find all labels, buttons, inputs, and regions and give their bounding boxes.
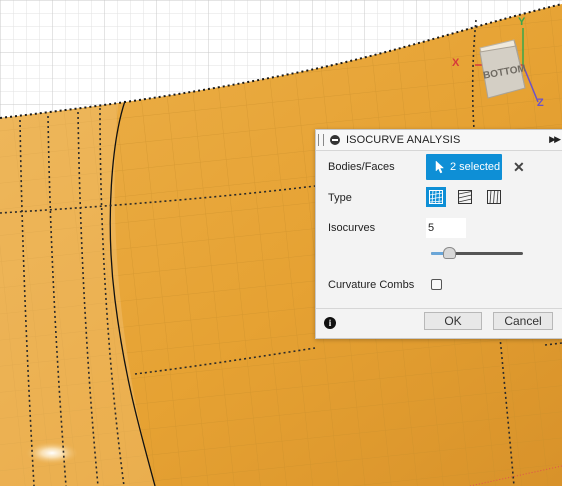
axis-z-label: Z bbox=[537, 97, 544, 109]
dialog-header[interactable]: ISOCURVE ANALYSIS ▶▶ bbox=[316, 130, 562, 151]
grid-v-icon bbox=[487, 190, 501, 204]
viewcube[interactable]: BOTTOM X Y Z bbox=[450, 16, 550, 114]
cancel-button[interactable]: Cancel bbox=[493, 312, 553, 330]
isocurves-row: Isocurves bbox=[316, 218, 562, 238]
type-row: Type bbox=[316, 187, 562, 209]
selection-count: 2 selected bbox=[450, 161, 501, 173]
isocurves-label: Isocurves bbox=[328, 222, 376, 234]
type-u-direction-button[interactable] bbox=[455, 187, 475, 207]
axis-y-label: Y bbox=[518, 16, 526, 28]
type-both-directions-button[interactable] bbox=[426, 187, 446, 207]
slider-thumb[interactable] bbox=[443, 247, 457, 259]
isocurves-input[interactable] bbox=[426, 218, 466, 238]
bodies-faces-row: Bodies/Faces 2 selected ✕ bbox=[316, 154, 562, 180]
grid-both-icon bbox=[429, 190, 443, 204]
cursor-icon bbox=[435, 160, 445, 174]
collapse-icon[interactable] bbox=[330, 135, 340, 145]
type-v-direction-button[interactable] bbox=[484, 187, 504, 207]
dialog-title: ISOCURVE ANALYSIS bbox=[346, 134, 461, 146]
isocurves-slider[interactable] bbox=[316, 244, 562, 262]
isocurve-analysis-dialog: ISOCURVE ANALYSIS ▶▶ Bodies/Faces 2 sele… bbox=[315, 129, 562, 339]
drag-grip-icon[interactable] bbox=[318, 134, 324, 146]
grid-u-icon bbox=[458, 190, 472, 204]
specular-highlight bbox=[26, 442, 78, 464]
curvature-combs-row: Curvature Combs bbox=[316, 279, 562, 293]
curvature-combs-checkbox[interactable] bbox=[431, 279, 442, 290]
clear-selection-icon[interactable]: ✕ bbox=[513, 159, 525, 176]
selection-button[interactable]: 2 selected bbox=[426, 154, 502, 180]
dialog-footer: i OK Cancel bbox=[316, 308, 562, 339]
expand-arrows-icon[interactable]: ▶▶ bbox=[549, 134, 561, 145]
info-icon[interactable]: i bbox=[324, 317, 336, 329]
type-label: Type bbox=[328, 192, 352, 204]
ok-button[interactable]: OK bbox=[424, 312, 482, 330]
curvature-combs-label: Curvature Combs bbox=[328, 279, 415, 291]
bodies-faces-label: Bodies/Faces bbox=[328, 161, 395, 173]
axis-x-label: X bbox=[452, 57, 460, 69]
